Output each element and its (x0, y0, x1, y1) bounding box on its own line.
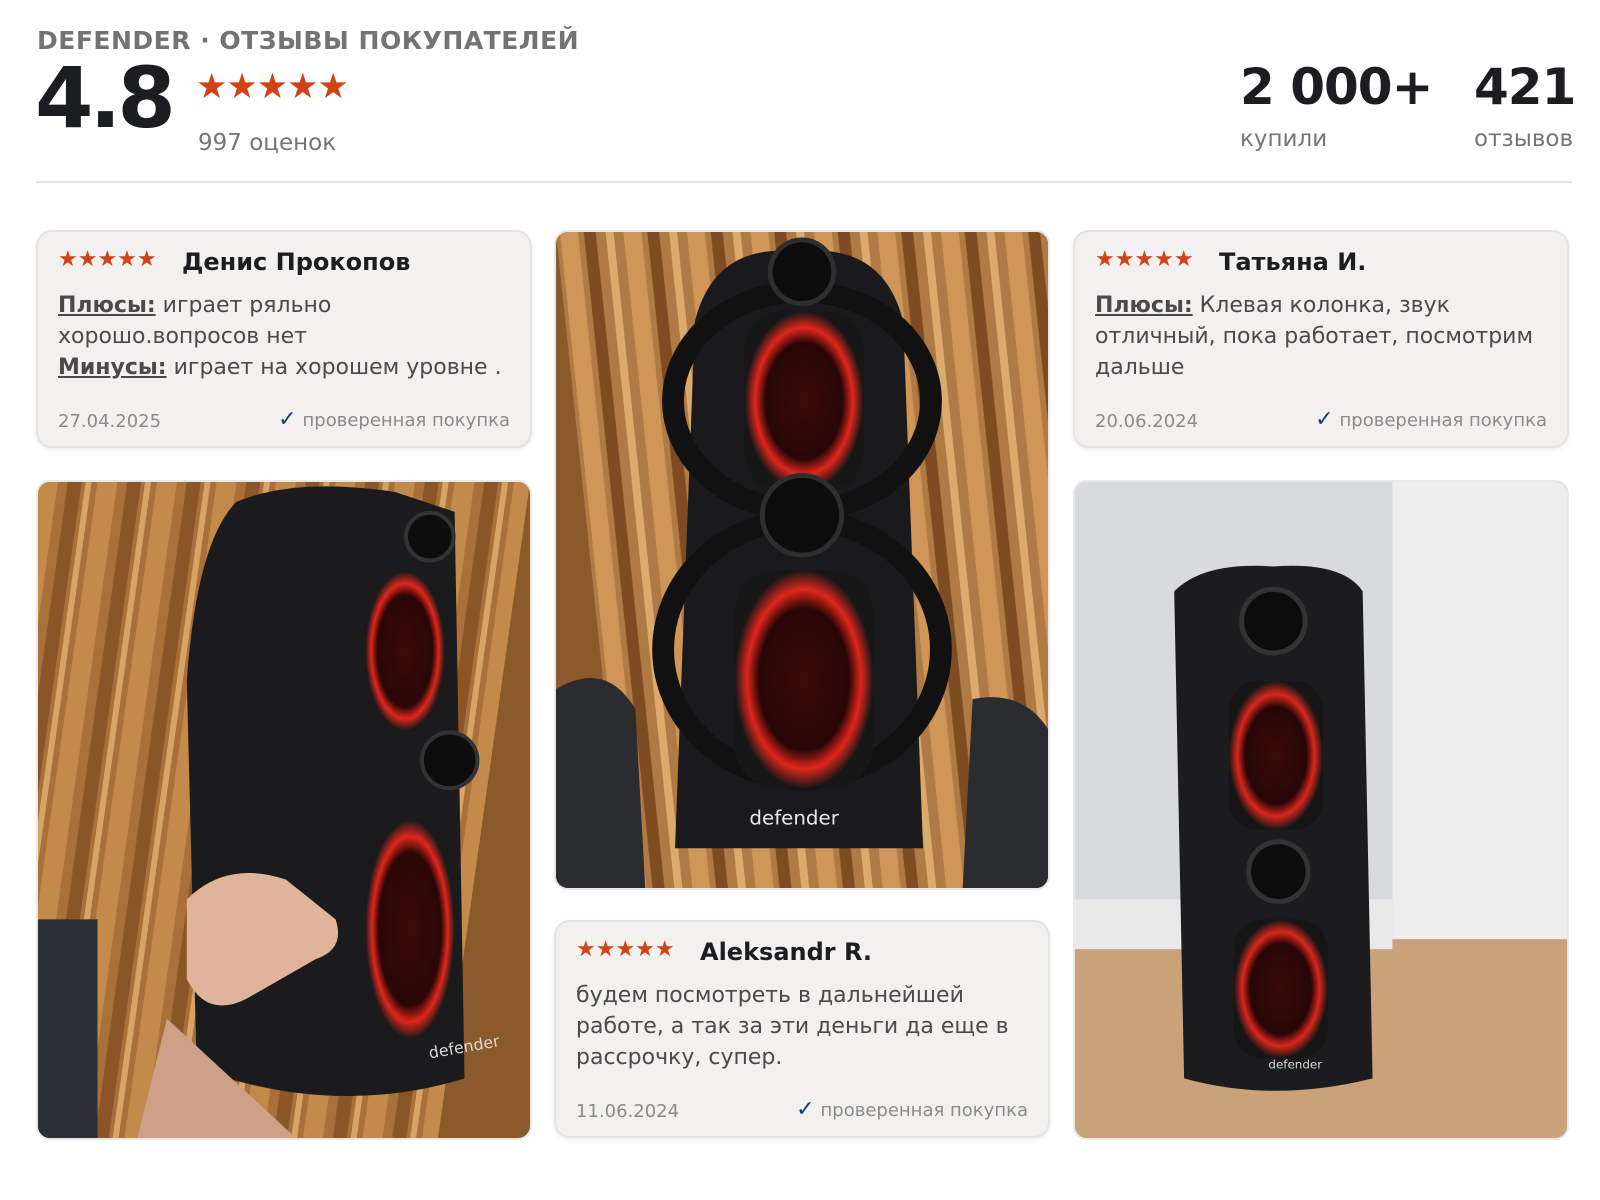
speaker-photo-top: defender (556, 232, 1048, 888)
bought-value: 2 000+ (1240, 58, 1433, 116)
review-date: 20.06.2024 (1095, 411, 1199, 432)
review-author: Денис Прокопов (182, 248, 411, 276)
cons-text: играет на хорошем уровне . (173, 355, 502, 380)
review-card[interactable]: ★★★★★ Денис Прокопов Плюсы: играет ряльн… (36, 230, 532, 448)
speaker-logo: defender (1268, 1057, 1322, 1071)
reviews-stat[interactable]: 421 отзывов (1474, 58, 1576, 152)
review-author: Татьяна И. (1219, 248, 1367, 276)
verified-label: проверенная покупка (1339, 410, 1547, 431)
average-rating: 4.8 (35, 49, 176, 147)
checkmark-icon: ✓ (1315, 407, 1334, 432)
review-stars-icon: ★★★★★ (58, 247, 157, 272)
speaker-logo: defender (749, 806, 839, 829)
review-date: 27.04.2025 (58, 411, 162, 432)
verified-label: проверенная покупка (820, 1100, 1028, 1121)
review-stars-icon: ★★★★★ (576, 937, 675, 962)
review-card[interactable]: ★★★★★ Татьяна И. Плюсы: Клевая колонка, … (1073, 230, 1569, 448)
review-photo[interactable]: defender (36, 480, 532, 1140)
reviews-value: 421 (1474, 58, 1576, 116)
bought-stat: 2 000+ купили (1240, 58, 1433, 152)
review-text: будем посмотреть в дальнейшей работе, а … (576, 983, 1009, 1070)
review-stars-icon: ★★★★★ (1095, 247, 1194, 272)
bought-label: купили (1240, 126, 1328, 152)
review-text: Плюсы: Клевая колонка, звук отличный, по… (1095, 290, 1549, 383)
verified-badge: ✓ проверенная покупка (1315, 407, 1547, 432)
rating-stars-icon: ★★★★★ (196, 67, 349, 107)
review-photo[interactable]: defender (554, 230, 1050, 890)
pros-label: Плюсы: (1095, 293, 1193, 318)
verified-badge: ✓ проверенная покупка (796, 1097, 1028, 1122)
review-author: Aleksandr R. (700, 938, 873, 966)
review-card[interactable]: ★★★★★ Aleksandr R. будем посмотреть в да… (554, 920, 1050, 1138)
ratings-count[interactable]: 997 оценок (198, 130, 336, 156)
review-date: 11.06.2024 (576, 1101, 680, 1122)
checkmark-icon: ✓ (796, 1097, 815, 1122)
speaker-photo-standing: defender (1075, 482, 1567, 1138)
review-photo[interactable]: defender (1073, 480, 1569, 1140)
pros-label: Плюсы: (58, 293, 156, 318)
checkmark-icon: ✓ (278, 407, 297, 432)
cons-label: Минусы: (58, 355, 167, 380)
reviews-label: отзывов (1474, 126, 1574, 152)
speaker-photo-side: defender (38, 482, 530, 1138)
header-divider (36, 181, 1572, 183)
verified-badge: ✓ проверенная покупка (278, 407, 510, 432)
review-text: Плюсы: играет ряльно хорошо.вопросов нет… (58, 290, 512, 383)
verified-label: проверенная покупка (302, 410, 510, 431)
